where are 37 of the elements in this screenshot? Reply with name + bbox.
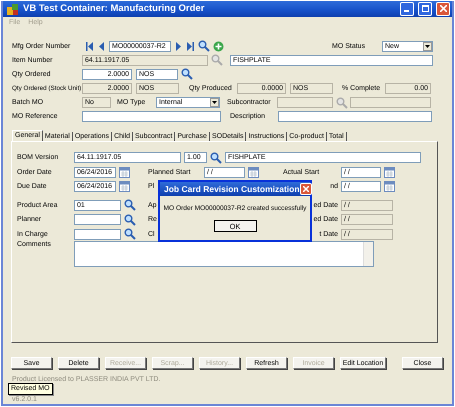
close-button[interactable] bbox=[436, 2, 450, 16]
calendar-icon[interactable] bbox=[119, 181, 130, 192]
calendar-icon[interactable] bbox=[384, 181, 395, 192]
close-icon bbox=[440, 5, 446, 12]
calendar-icon[interactable] bbox=[248, 166, 259, 178]
first-record-icon[interactable] bbox=[85, 42, 94, 51]
calendar-icon[interactable] bbox=[384, 166, 395, 178]
calendar-icon[interactable] bbox=[119, 166, 130, 178]
window-title: VB Test Container: Manufacturing Order bbox=[23, 3, 206, 14]
previous-record-icon[interactable] bbox=[97, 42, 106, 51]
add-icon[interactable] bbox=[213, 40, 224, 52]
dropdown-button[interactable] bbox=[423, 42, 432, 51]
text-field[interactable] bbox=[278, 111, 432, 122]
search-icon[interactable] bbox=[198, 40, 210, 52]
search-icon[interactable] bbox=[210, 152, 222, 164]
caret-icon bbox=[425, 44, 430, 48]
search-icon[interactable] bbox=[124, 228, 136, 240]
search-icon[interactable] bbox=[124, 199, 136, 212]
text-field[interactable] bbox=[82, 111, 221, 122]
minimize-button[interactable] bbox=[400, 2, 414, 16]
text-field[interactable] bbox=[74, 228, 121, 240]
last-record-icon[interactable] bbox=[186, 42, 195, 51]
maximize-button[interactable] bbox=[418, 2, 432, 16]
next-record-icon[interactable] bbox=[174, 42, 183, 51]
caret-icon bbox=[212, 101, 217, 104]
close-icon bbox=[302, 186, 309, 192]
search-icon[interactable] bbox=[124, 214, 136, 226]
app-icon bbox=[7, 2, 19, 15]
text-field[interactable] bbox=[350, 97, 431, 108]
text-field[interactable] bbox=[277, 97, 333, 108]
search-icon[interactable] bbox=[181, 68, 193, 80]
close-button[interactable] bbox=[300, 183, 312, 195]
dropdown-button[interactable] bbox=[210, 98, 219, 108]
text-field[interactable] bbox=[74, 214, 121, 226]
maximize-icon bbox=[422, 5, 428, 12]
dialog-title: Job Card Revision Customization bbox=[164, 184, 300, 194]
comments-field[interactable] bbox=[74, 241, 374, 268]
